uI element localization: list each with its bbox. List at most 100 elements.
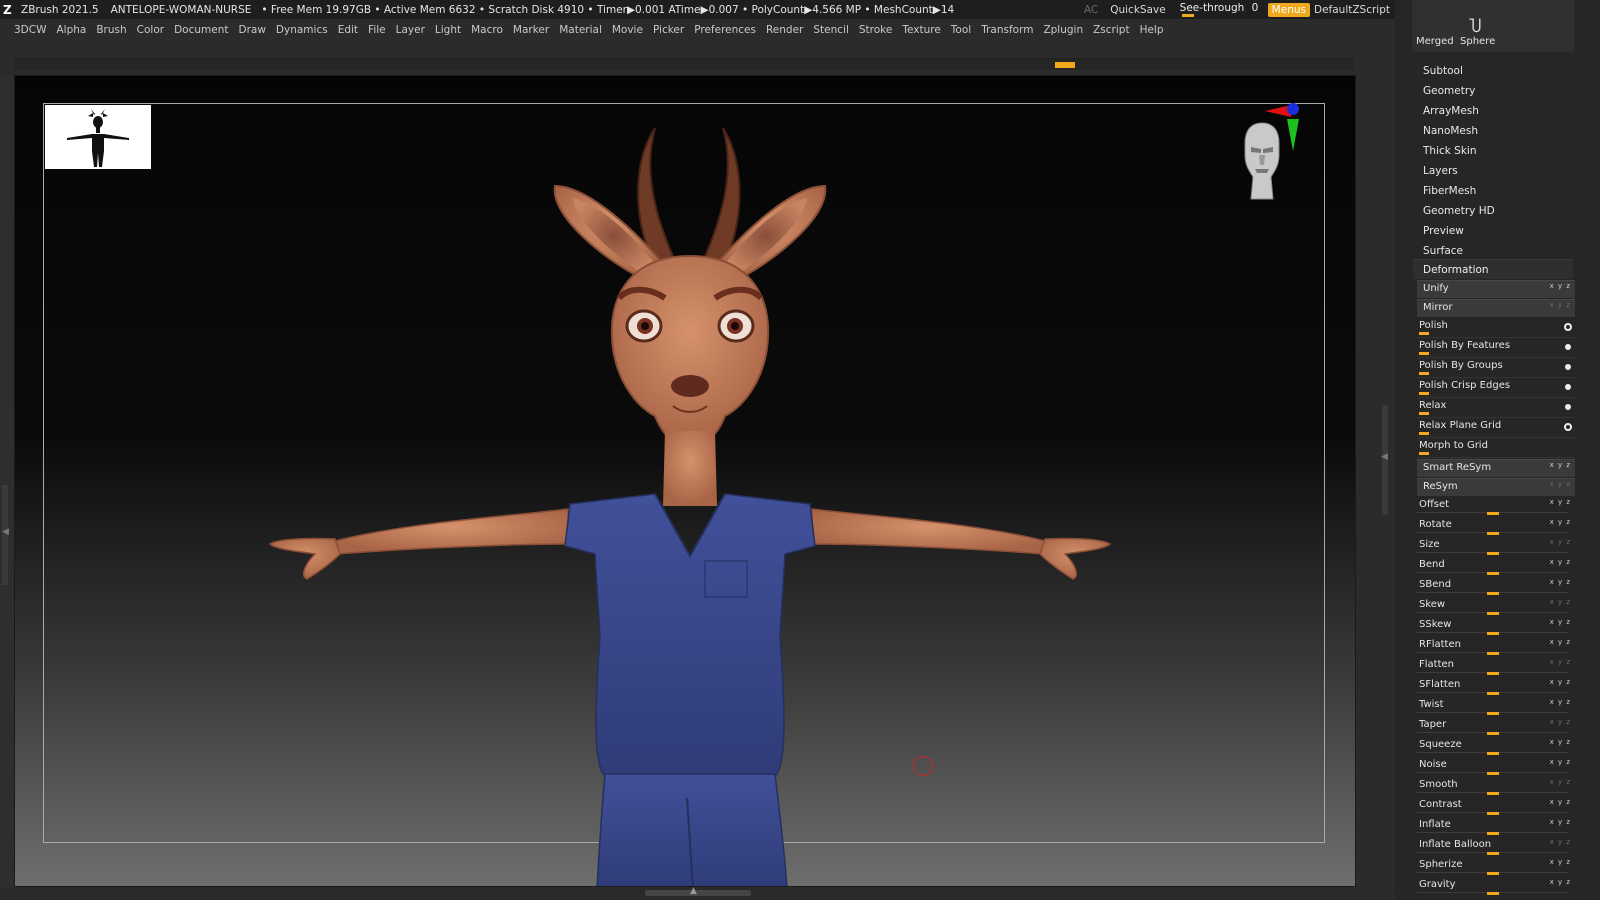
axis-toggle-icon[interactable]: x y z bbox=[1550, 758, 1571, 766]
deformation-flatten-slider[interactable]: Flatten x y z bbox=[1417, 657, 1575, 677]
slider-knob[interactable] bbox=[1487, 712, 1499, 715]
menu-help[interactable]: Help bbox=[1140, 24, 1164, 36]
merged-tool-label[interactable]: Merged bbox=[1416, 36, 1454, 47]
axis-toggle-icon[interactable]: x y z bbox=[1550, 480, 1571, 488]
menu-stroke[interactable]: Stroke bbox=[859, 24, 892, 36]
menu-brush[interactable]: Brush bbox=[96, 24, 126, 36]
slider-knob[interactable] bbox=[1487, 572, 1499, 575]
slider-knob[interactable] bbox=[1487, 552, 1499, 555]
deformation-bend-slider[interactable]: Bend x y z bbox=[1417, 557, 1575, 577]
deformation-offset-slider[interactable]: Offset x y z bbox=[1417, 497, 1575, 517]
axis-toggle-icon[interactable]: x y z bbox=[1550, 738, 1571, 746]
deformation-relax-plane-grid-button[interactable]: Relax Plane Grid bbox=[1417, 418, 1575, 438]
axis-toggle-icon[interactable]: x y z bbox=[1550, 558, 1571, 566]
menu-stencil[interactable]: Stencil bbox=[813, 24, 849, 36]
axis-toggle-icon[interactable]: x y z bbox=[1550, 678, 1571, 686]
menu-alpha[interactable]: Alpha bbox=[56, 24, 86, 36]
slider-knob[interactable] bbox=[1487, 532, 1499, 535]
deformation-polish-by-groups-button[interactable]: Polish By Groups bbox=[1417, 358, 1575, 378]
deformation-rflatten-slider[interactable]: RFlatten x y z bbox=[1417, 637, 1575, 657]
quicksave-button[interactable]: QuickSave bbox=[1110, 4, 1165, 16]
deformation-inflate-balloon-slider[interactable]: Inflate Balloon x y z bbox=[1417, 837, 1575, 857]
option-dot-icon[interactable] bbox=[1565, 364, 1571, 370]
deformation-size-slider[interactable]: Size x y z bbox=[1417, 537, 1575, 557]
subpalette-fibermesh[interactable]: FiberMesh bbox=[1413, 181, 1573, 201]
slider-knob[interactable] bbox=[1487, 772, 1499, 775]
slider-knob[interactable] bbox=[1487, 852, 1499, 855]
menu-zplugin[interactable]: Zplugin bbox=[1043, 24, 1083, 36]
tool-thumbnails[interactable]: Ⴎ Merged Sphere bbox=[1412, 0, 1574, 52]
subpalette-thick-skin[interactable]: Thick Skin bbox=[1413, 141, 1573, 161]
deformation-twist-slider[interactable]: Twist x y z bbox=[1417, 697, 1575, 717]
menu-material[interactable]: Material bbox=[559, 24, 602, 36]
deformation-gravity-slider[interactable]: Gravity x y z bbox=[1417, 877, 1575, 897]
slider-knob[interactable] bbox=[1487, 652, 1499, 655]
axis-toggle-icon[interactable]: x y z bbox=[1550, 878, 1571, 886]
subpalette-subtool[interactable]: Subtool bbox=[1413, 61, 1573, 81]
option-dot-icon[interactable] bbox=[1565, 384, 1571, 390]
deformation-contrast-slider[interactable]: Contrast x y z bbox=[1417, 797, 1575, 817]
deformation-smooth-slider[interactable]: Smooth x y z bbox=[1417, 777, 1575, 797]
option-dot-icon[interactable] bbox=[1565, 344, 1571, 350]
menu-render[interactable]: Render bbox=[766, 24, 803, 36]
deformation-spherize-slider[interactable]: Spherize x y z bbox=[1417, 857, 1575, 877]
document-viewport[interactable] bbox=[14, 75, 1356, 887]
axis-toggle-icon[interactable]: x y z bbox=[1550, 578, 1571, 586]
right-tray-arrow-icon[interactable]: ◀ bbox=[1381, 452, 1388, 462]
magnet-icon[interactable]: Ⴎ bbox=[1469, 17, 1482, 36]
slider-knob[interactable] bbox=[1487, 812, 1499, 815]
menu-layer[interactable]: Layer bbox=[396, 24, 425, 36]
deformation-inflate-slider[interactable]: Inflate x y z bbox=[1417, 817, 1575, 837]
deformation-relax-button[interactable]: Relax bbox=[1417, 398, 1575, 418]
deformation-skew-slider[interactable]: Skew x y z bbox=[1417, 597, 1575, 617]
left-tray-arrow-icon[interactable]: ◀ bbox=[2, 527, 9, 537]
axis-toggle-icon[interactable]: x y z bbox=[1550, 778, 1571, 786]
deformation-polish-crisp-edges-button[interactable]: Polish Crisp Edges bbox=[1417, 378, 1575, 398]
deformation-morph-to-grid-button[interactable]: Morph to Grid bbox=[1417, 438, 1575, 458]
subpalette-nanomesh[interactable]: NanoMesh bbox=[1413, 121, 1573, 141]
menu-tool[interactable]: Tool bbox=[951, 24, 971, 36]
deformation-unify-button[interactable]: Unify x y z bbox=[1417, 280, 1575, 298]
menu-document[interactable]: Document bbox=[174, 24, 228, 36]
menu-marker[interactable]: Marker bbox=[513, 24, 549, 36]
slider-knob[interactable] bbox=[1487, 592, 1499, 595]
subpalette-surface[interactable]: Surface bbox=[1413, 241, 1573, 261]
deformation-sbend-slider[interactable]: SBend x y z bbox=[1417, 577, 1575, 597]
subpalette-arraymesh[interactable]: ArrayMesh bbox=[1413, 101, 1573, 121]
subpalette-geometry[interactable]: Geometry bbox=[1413, 81, 1573, 101]
axis-toggle-icon[interactable]: x y z bbox=[1550, 638, 1571, 646]
bottom-tray-handle[interactable] bbox=[645, 890, 751, 896]
deformation-polish-by-features-button[interactable]: Polish By Features bbox=[1417, 338, 1575, 358]
deformation-squeeze-slider[interactable]: Squeeze x y z bbox=[1417, 737, 1575, 757]
axis-toggle-icon[interactable]: x y z bbox=[1550, 718, 1571, 726]
zbrush-logo-icon[interactable]: Z bbox=[3, 3, 17, 17]
axis-toggle-icon[interactable]: x y z bbox=[1550, 818, 1571, 826]
slider-knob[interactable] bbox=[1487, 892, 1499, 895]
option-dot-icon[interactable] bbox=[1565, 404, 1571, 410]
axis-toggle-icon[interactable]: x y z bbox=[1550, 618, 1571, 626]
option-dot-icon[interactable] bbox=[1564, 423, 1572, 431]
axis-toggle-icon[interactable]: x y z bbox=[1550, 838, 1571, 846]
menu-edit[interactable]: Edit bbox=[338, 24, 358, 36]
axis-toggle-icon[interactable]: x y z bbox=[1550, 498, 1571, 506]
menu-transform[interactable]: Transform bbox=[981, 24, 1033, 36]
deformation-resym-button[interactable]: ReSym x y z bbox=[1417, 478, 1575, 496]
bottom-tray-arrow-icon[interactable]: ▲ bbox=[690, 886, 697, 896]
default-zscript-button[interactable]: DefaultZScript bbox=[1314, 4, 1390, 16]
sphere-tool-label[interactable]: Sphere bbox=[1460, 36, 1495, 47]
seethrough-slider[interactable]: See-through 0 bbox=[1180, 2, 1260, 17]
menu-dynamics[interactable]: Dynamics bbox=[276, 24, 328, 36]
deformation-mirror-button[interactable]: Mirror x y z bbox=[1417, 299, 1575, 317]
deformation-smart-resym-button[interactable]: Smart ReSym x y z bbox=[1417, 459, 1575, 477]
menu-zscript[interactable]: Zscript bbox=[1093, 24, 1129, 36]
axis-toggle-icon[interactable]: x y z bbox=[1550, 698, 1571, 706]
menu-movie[interactable]: Movie bbox=[612, 24, 643, 36]
menu-macro[interactable]: Macro bbox=[471, 24, 503, 36]
axis-toggle-icon[interactable]: x y z bbox=[1550, 798, 1571, 806]
deformation-noise-slider[interactable]: Noise x y z bbox=[1417, 757, 1575, 777]
axis-toggle-icon[interactable]: x y z bbox=[1550, 461, 1571, 469]
slider-knob[interactable] bbox=[1487, 692, 1499, 695]
option-dot-icon[interactable] bbox=[1564, 323, 1572, 331]
slider-knob[interactable] bbox=[1487, 512, 1499, 515]
slider-knob[interactable] bbox=[1487, 612, 1499, 615]
